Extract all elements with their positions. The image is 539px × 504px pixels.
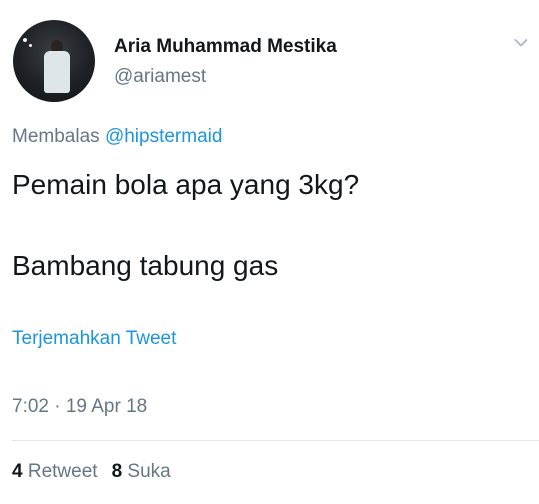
- avatar-figure-body: [44, 51, 70, 93]
- reply-prefix: Membalas: [12, 126, 100, 147]
- avatar-light: [23, 38, 27, 42]
- translate-tweet-link[interactable]: Terjemahkan Tweet: [12, 328, 176, 350]
- user-handle[interactable]: @ariamest: [114, 66, 206, 88]
- avatar-light: [29, 44, 32, 47]
- display-name[interactable]: Aria Muhammad Mestika: [114, 36, 337, 58]
- tweet-timestamp[interactable]: 7:02 · 19 Apr 18: [12, 396, 147, 418]
- like-stat[interactable]: 8 Suka: [112, 461, 171, 482]
- reply-mention-link[interactable]: @hipstermaid: [105, 126, 223, 147]
- tweet-card: Aria Muhammad Mestika @ariamest Membalas…: [0, 0, 539, 504]
- divider: [12, 440, 539, 441]
- tweet-text-line: Bambang tabung gas: [12, 250, 279, 281]
- like-label: Suka: [127, 461, 171, 482]
- retweet-label: Retweet: [27, 461, 98, 482]
- avatar[interactable]: [13, 20, 95, 102]
- tweet-stats: 4 Retweet 8 Suka: [12, 461, 171, 483]
- like-count: 8: [111, 461, 123, 482]
- chevron-down-icon[interactable]: [514, 38, 528, 48]
- retweet-stat[interactable]: 4 Retweet: [12, 461, 98, 482]
- retweet-count: 4: [12, 461, 23, 482]
- reply-context: Membalas @hipstermaid: [12, 126, 222, 148]
- tweet-text-line: Pemain bola apa yang 3kg?: [12, 169, 360, 200]
